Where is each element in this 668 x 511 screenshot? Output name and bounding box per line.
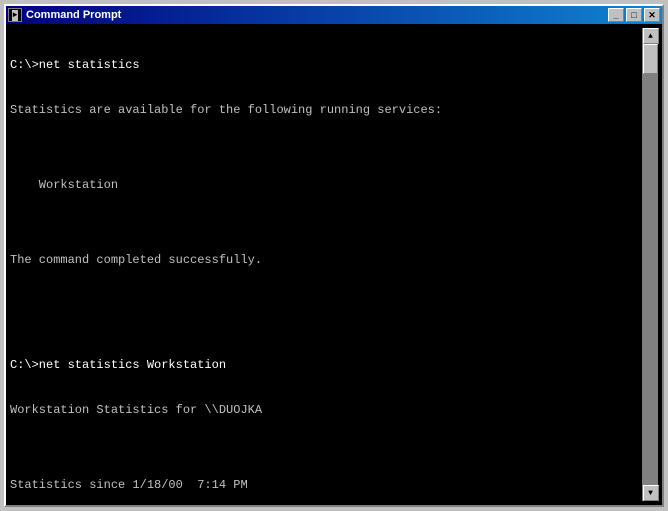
scroll-thumb[interactable] [643, 44, 658, 74]
title-bar: ► Command Prompt _ □ ✕ [6, 6, 662, 24]
scroll-down-button[interactable]: ▼ [643, 485, 659, 501]
scroll-up-button[interactable]: ▲ [643, 28, 659, 44]
close-button[interactable]: ✕ [644, 8, 660, 22]
line-9: C:\>net statistics Workstation [10, 358, 642, 373]
line-6: The command completed successfully. [10, 253, 642, 268]
line-1: C:\>net statistics [10, 58, 642, 73]
scrollbar: ▲ ▼ [642, 28, 658, 501]
window-title: Command Prompt [26, 9, 608, 21]
maximize-button[interactable]: □ [626, 8, 642, 22]
minimize-button[interactable]: _ [608, 8, 624, 22]
line-4: Workstation [10, 178, 642, 193]
line-10: Workstation Statistics for \\DUOJKA [10, 403, 642, 418]
line-2: Statistics are available for the followi… [10, 103, 642, 118]
console-area: C:\>net statistics Statistics are availa… [6, 24, 662, 505]
command-prompt-window: ► Command Prompt _ □ ✕ C:\>net statistic… [4, 4, 664, 507]
window-controls: _ □ ✕ [608, 8, 660, 22]
window-icon: ► [8, 8, 22, 22]
line-12: Statistics since 1/18/00 7:14 PM [10, 478, 642, 493]
console-content: C:\>net statistics Statistics are availa… [10, 28, 642, 501]
scroll-track [643, 44, 658, 485]
